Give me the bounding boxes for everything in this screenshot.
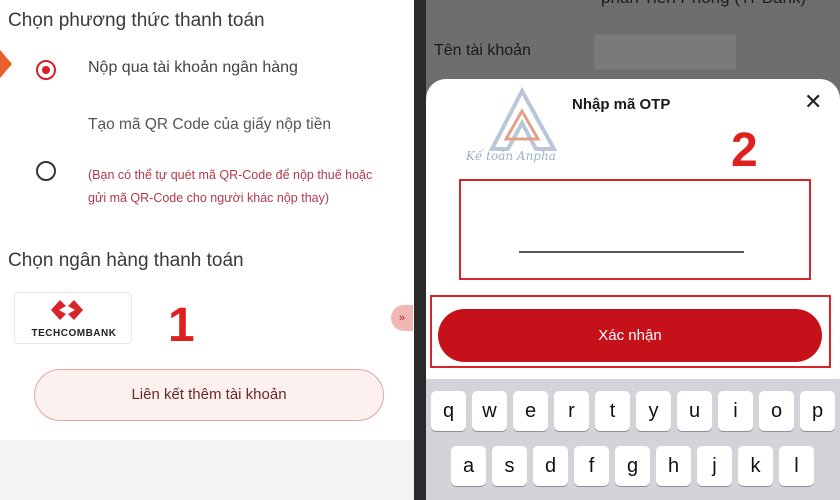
bank-selection-heading: Chọn ngân hàng thanh toán	[8, 250, 244, 271]
key-j[interactable]: j	[697, 446, 732, 486]
key-p[interactable]: p	[800, 391, 835, 431]
payment-method-heading: Chọn phương thức thanh toán	[8, 10, 265, 31]
key-s[interactable]: s	[492, 446, 527, 486]
footer-area	[0, 440, 414, 500]
otp-screen: phần Tiền Phong (TPBank) Tên tài khoản K…	[426, 0, 840, 500]
otp-input-highlight	[459, 179, 811, 280]
techcombank-logo-icon	[51, 300, 83, 320]
option-bank-account-label[interactable]: Nộp qua tài khoản ngân hàng	[88, 59, 298, 77]
key-y[interactable]: y	[636, 391, 671, 431]
watermark-text: Kế toán Anpha	[466, 149, 556, 163]
key-h[interactable]: h	[656, 446, 691, 486]
otp-modal-title: Nhập mã OTP	[572, 96, 671, 113]
step-number-2: 2	[731, 124, 758, 177]
close-icon[interactable]: ✕	[804, 91, 822, 113]
key-k[interactable]: k	[738, 446, 773, 486]
otp-modal: Kế toán Anpha Nhập mã OTP ✕ 2 Xác nhận	[426, 79, 840, 379]
edge-indicator-icon	[0, 50, 12, 78]
key-r[interactable]: r	[554, 391, 589, 431]
screenshot-composite: Chọn phương thức thanh toán Nộp qua tài …	[0, 0, 840, 500]
techcombank-card[interactable]: TECHCOMBANK	[14, 292, 132, 344]
key-a[interactable]: a	[451, 446, 486, 486]
radio-qr-code[interactable]	[36, 161, 56, 181]
key-u[interactable]: u	[677, 391, 712, 431]
key-q[interactable]: q	[431, 391, 466, 431]
key-o[interactable]: o	[759, 391, 794, 431]
keyboard-row-1: q w e r t y u i o p	[426, 391, 840, 431]
payment-method-screen: Chọn phương thức thanh toán Nộp qua tài …	[0, 0, 414, 500]
panel-divider	[414, 0, 426, 500]
confirm-button[interactable]: Xác nhận	[438, 309, 822, 362]
option-qr-code-note: (Bạn có thể tự quét mã QR-Code để nộp th…	[88, 168, 373, 205]
radio-bank-account-selected[interactable]	[36, 60, 56, 80]
scroll-right-icon[interactable]: »	[391, 305, 413, 331]
step-number-1: 1	[168, 299, 195, 352]
key-i[interactable]: i	[718, 391, 753, 431]
key-d[interactable]: d	[533, 446, 568, 486]
key-e[interactable]: e	[513, 391, 548, 431]
on-screen-keyboard: q w e r t y u i o p a s d f g h j k l	[426, 379, 840, 500]
key-l[interactable]: l	[779, 446, 814, 486]
option-qr-code-label[interactable]: Tạo mã QR Code của giấy nộp tiền	[88, 112, 383, 138]
techcombank-name: TECHCOMBANK	[31, 328, 117, 339]
key-f[interactable]: f	[574, 446, 609, 486]
key-g[interactable]: g	[615, 446, 650, 486]
account-name-masked	[594, 35, 736, 69]
link-account-button[interactable]: Liên kết thêm tài khoản	[34, 369, 384, 421]
account-name-label: Tên tài khoản	[434, 42, 531, 59]
keyboard-row-2: a s d f g h j k l	[426, 446, 840, 486]
bank-name-partial: phần Tiền Phong (TPBank)	[601, 0, 806, 8]
key-w[interactable]: w	[472, 391, 507, 431]
key-t[interactable]: t	[595, 391, 630, 431]
otp-input-field[interactable]	[519, 251, 744, 253]
